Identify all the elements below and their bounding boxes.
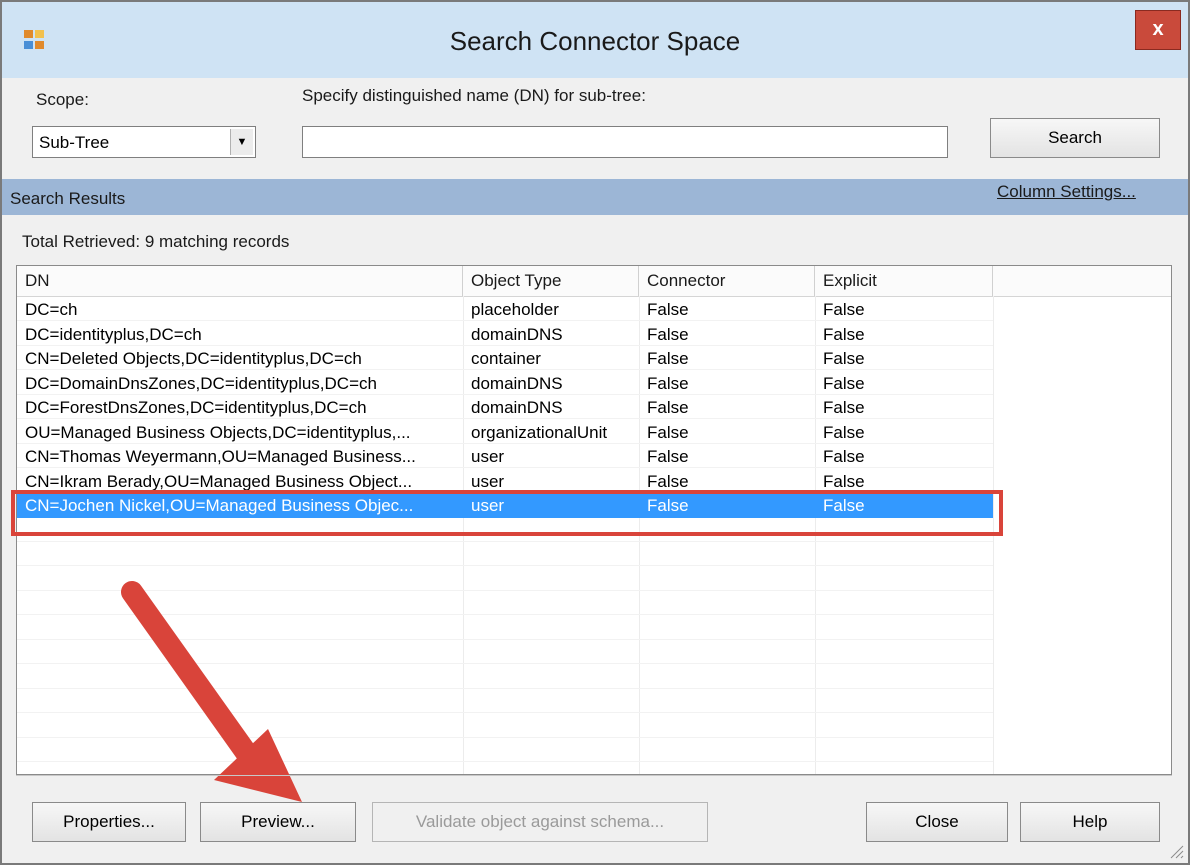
close-button[interactable]: Close (866, 802, 1008, 842)
validate-object-button[interactable]: Validate object against schema... (372, 802, 708, 842)
annotation-arrow-icon (121, 581, 302, 802)
search-connector-space-dialog: Search Connector Space x Scope: Specify … (0, 0, 1190, 865)
resize-grip-icon[interactable] (1166, 841, 1184, 859)
preview-button[interactable]: Preview... (200, 802, 356, 842)
help-button[interactable]: Help (1020, 802, 1160, 842)
bottom-separator (16, 775, 1172, 776)
properties-button[interactable]: Properties... (32, 802, 186, 842)
